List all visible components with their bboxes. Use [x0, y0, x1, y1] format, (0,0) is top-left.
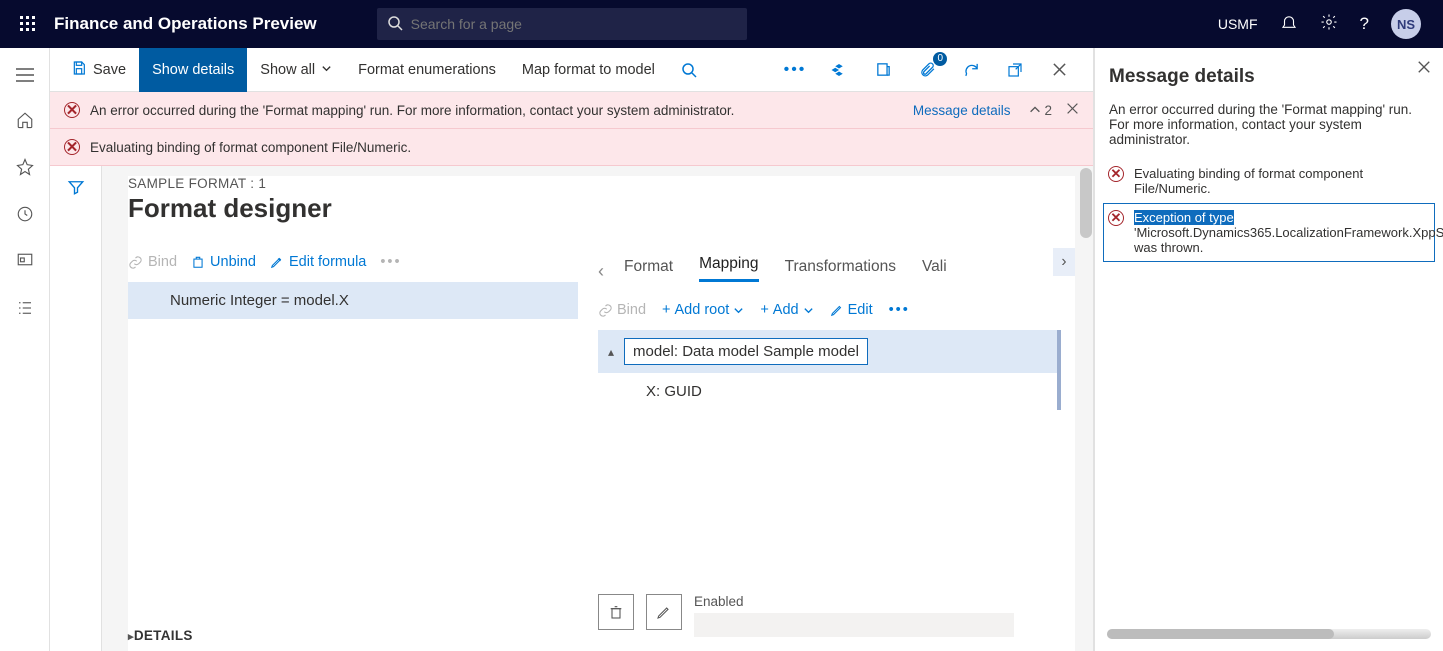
app-title: Finance and Operations Preview — [54, 14, 317, 34]
add-button[interactable]: + Add — [760, 302, 813, 318]
tree-child-item[interactable]: X: GUID — [598, 373, 1057, 410]
dismiss-banner-icon[interactable] — [1066, 102, 1079, 118]
waffle-icon[interactable] — [8, 16, 48, 32]
save-label: Save — [93, 62, 126, 78]
message-item-2-text: Exception of type 'Microsoft.Dynamics365… — [1134, 210, 1443, 255]
search-action-icon[interactable] — [668, 48, 710, 92]
tab-back-icon[interactable]: ‹ — [598, 261, 604, 282]
search-icon — [387, 15, 403, 34]
home-icon[interactable] — [16, 111, 34, 134]
attachment-count: 0 — [933, 52, 947, 66]
personalize-icon[interactable] — [823, 54, 855, 86]
save-icon — [71, 60, 87, 80]
close-pane-icon[interactable] — [1417, 60, 1431, 79]
breadcrumb: SAMPLE FORMAT : 1 — [128, 176, 1075, 191]
bell-icon[interactable] — [1280, 13, 1298, 36]
bind-right-button[interactable]: Bind — [598, 302, 646, 318]
add-root-button[interactable]: + Add root — [662, 302, 744, 318]
error-banner-2: ✕ Evaluating binding of format component… — [50, 129, 1093, 166]
message-item-2[interactable]: ✕ Exception of type 'Microsoft.Dynamics3… — [1103, 203, 1435, 262]
message-details-pane: Message details An error occurred during… — [1094, 48, 1443, 651]
error-banner-1: ✕ An error occurred during the 'Format m… — [50, 92, 1093, 129]
filter-icon[interactable] — [67, 178, 85, 651]
map-format-button[interactable]: Map format to model — [509, 48, 668, 92]
error-icon: ✕ — [64, 139, 80, 155]
more-left-icon[interactable]: ••• — [380, 254, 401, 270]
collapse-icon[interactable]: 2 — [1028, 103, 1052, 118]
horizontal-scrollbar[interactable] — [1107, 629, 1431, 639]
help-icon[interactable]: ? — [1360, 14, 1369, 34]
error-icon: ✕ — [1108, 166, 1124, 182]
page-title: Format designer — [128, 193, 1075, 224]
message-item-1[interactable]: ✕ Evaluating binding of format component… — [1103, 159, 1435, 203]
caret-down-icon[interactable]: ▴ — [608, 345, 614, 359]
tab-transformations[interactable]: Transformations — [785, 258, 896, 282]
avatar[interactable]: NS — [1391, 9, 1421, 39]
modules-icon[interactable] — [16, 299, 34, 322]
collapse-count: 2 — [1044, 103, 1052, 118]
edit-formula-button[interactable]: Edit formula — [270, 254, 366, 270]
message-item-1-text: Evaluating binding of format component F… — [1134, 166, 1430, 196]
search-box[interactable] — [377, 8, 747, 40]
filter-gutter — [50, 166, 102, 651]
chevron-down-icon — [321, 62, 332, 78]
save-button[interactable]: Save — [58, 48, 139, 92]
tree-root-item[interactable]: ▴ model: Data model Sample model — [598, 330, 1057, 373]
refresh-icon[interactable] — [955, 54, 987, 86]
format-enumerations-button[interactable]: Format enumerations — [345, 48, 509, 92]
tab-next-icon[interactable]: › — [1053, 248, 1075, 276]
edit-prop-button[interactable] — [646, 594, 682, 630]
tab-mapping[interactable]: Mapping — [699, 255, 758, 282]
scrollbar[interactable] — [1079, 166, 1093, 651]
more-actions-icon[interactable]: ••• — [779, 54, 811, 86]
property-label: Enabled — [694, 594, 1014, 609]
clock-icon[interactable] — [16, 205, 34, 228]
show-details-button[interactable]: Show details — [139, 48, 247, 92]
message-details-link[interactable]: Message details — [913, 103, 1011, 118]
message-summary: An error occurred during the 'Format map… — [1109, 102, 1429, 147]
delete-button[interactable] — [598, 594, 634, 630]
tab-format[interactable]: Format — [624, 258, 673, 282]
gear-icon[interactable] — [1320, 13, 1338, 36]
attachments-icon[interactable]: 0 — [911, 54, 943, 86]
message-heading: Message details — [1109, 66, 1429, 88]
banner-text-1: An error occurred during the 'Format map… — [90, 103, 734, 118]
show-all-button[interactable]: Show all — [247, 48, 345, 92]
format-tree-pane: Bind Unbind Edit formula — [128, 242, 578, 651]
error-icon: ✕ — [1108, 210, 1124, 226]
details-section[interactable]: DETAILS — [128, 614, 578, 651]
company-code[interactable]: USMF — [1218, 16, 1258, 32]
left-rail — [0, 48, 50, 651]
star-icon[interactable] — [16, 158, 34, 181]
action-pane: Save Show details Show all Format enumer… — [50, 48, 1093, 92]
more-right-icon[interactable]: ••• — [889, 302, 910, 318]
page-options-icon[interactable] — [867, 54, 899, 86]
edit-button[interactable]: Edit — [830, 302, 873, 318]
popout-icon[interactable] — [999, 54, 1031, 86]
error-icon: ✕ — [64, 102, 80, 118]
unbind-button[interactable]: Unbind — [191, 254, 256, 270]
bind-button[interactable]: Bind — [128, 254, 177, 270]
format-node[interactable]: Numeric Integer = model.X — [128, 282, 578, 319]
search-input[interactable] — [411, 16, 737, 32]
hamburger-icon[interactable] — [16, 66, 34, 87]
mapping-pane: ‹ Format Mapping Transformations Vali › — [598, 242, 1075, 651]
show-all-label: Show all — [260, 62, 315, 78]
tab-validations[interactable]: Vali — [922, 258, 947, 282]
property-value[interactable] — [694, 613, 1014, 637]
close-icon[interactable] — [1043, 54, 1075, 86]
workspace-icon[interactable] — [16, 252, 34, 275]
banner-text-2: Evaluating binding of format component F… — [90, 140, 411, 155]
tree-root-label: model: Data model Sample model — [624, 338, 868, 365]
top-nav: Finance and Operations Preview USMF ? NS — [0, 0, 1443, 48]
